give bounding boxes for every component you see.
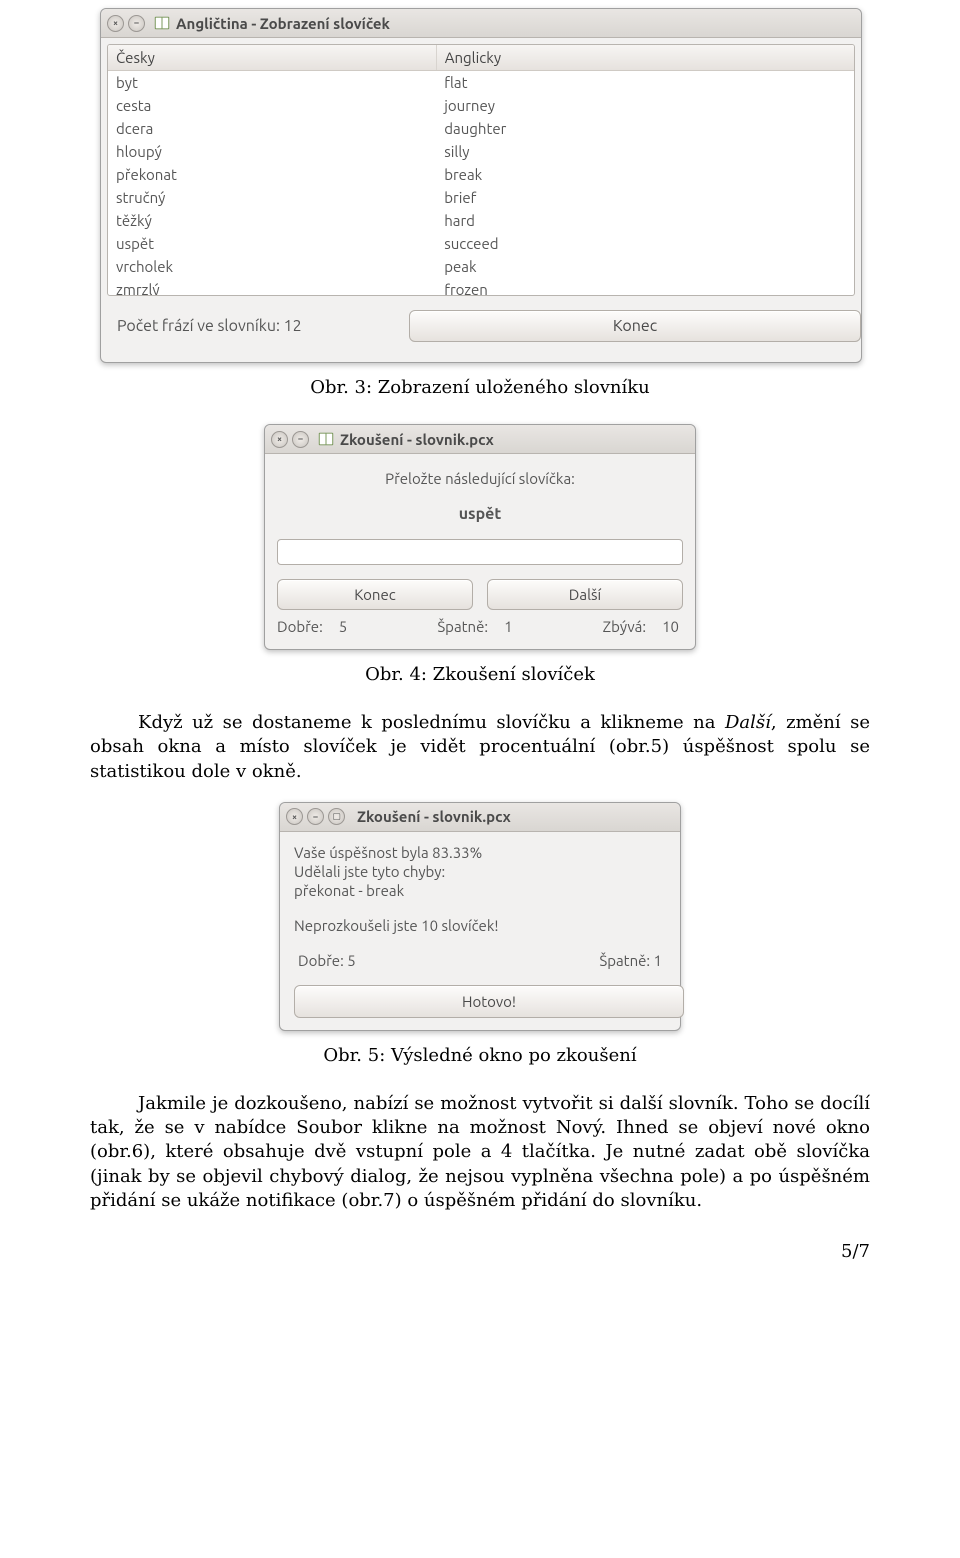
maximize-icon[interactable]: ▢ <box>328 808 345 825</box>
minimize-icon[interactable]: – <box>128 15 145 32</box>
next-button[interactable]: Další <box>487 579 683 610</box>
phrase-count: Počet frází ve slovníku: 12 <box>117 317 397 335</box>
caption-fig3: Obr. 3: Zobrazení uloženého slovníku <box>90 377 870 398</box>
end-button[interactable]: Konec <box>409 310 861 342</box>
table-row[interactable]: stručnýbrief <box>108 186 854 209</box>
titlebar: × – Zkoušení - slovnik.pcx <box>265 425 695 454</box>
col-czech[interactable]: Česky <box>108 45 436 71</box>
close-icon[interactable]: × <box>271 431 288 448</box>
minimize-icon[interactable]: – <box>307 808 324 825</box>
app-icon <box>153 14 171 32</box>
titlebar: × – ▢ Zkoušení - slovnik.pcx <box>280 803 680 832</box>
table-row[interactable]: hloupýsilly <box>108 140 854 163</box>
not-tested-label: Neprozkoušeli jste 10 slovíček! <box>294 917 666 934</box>
caption-fig4: Obr. 4: Zkoušení slovíček <box>90 664 870 685</box>
testing-window: × – Zkoušení - slovnik.pcx Přeložte násl… <box>264 424 696 650</box>
good-summary: Dobře: 5 <box>298 952 356 969</box>
minimize-icon[interactable]: – <box>292 431 309 448</box>
success-label: Vaše úspěšnost byla 83.33% <box>294 844 666 861</box>
good-label: Dobře: <box>277 618 323 635</box>
table-row[interactable]: bytflat <box>108 71 854 95</box>
left-label: Zbývá: <box>603 618 646 635</box>
done-button[interactable]: Hotovo! <box>294 985 684 1018</box>
table-row[interactable]: překonatbreak <box>108 163 854 186</box>
window-title: Angličtina - Zobrazení slovíček <box>176 15 390 32</box>
table-row[interactable]: uspětsucceed <box>108 232 854 255</box>
good-value: 5 <box>339 618 347 635</box>
prompt-label: Přeložte následující slovíčka: <box>277 470 683 487</box>
bad-label: Špatně: <box>437 618 488 635</box>
close-icon[interactable]: × <box>286 808 303 825</box>
close-icon[interactable]: × <box>107 15 124 32</box>
window-title: Zkoušení - slovnik.pcx <box>340 431 494 448</box>
dictionary-window: × – Angličtina - Zobrazení slovíček Česk… <box>100 8 862 363</box>
table-row[interactable]: vrcholekpeak <box>108 255 854 278</box>
window-title: Zkoušení - slovnik.pcx <box>357 808 511 825</box>
dictionary-table: Česky Anglicky bytflat cestajourney dcer… <box>107 44 855 296</box>
bad-value: 1 <box>504 618 512 635</box>
end-button[interactable]: Konec <box>277 579 473 610</box>
result-window: × – ▢ Zkoušení - slovnik.pcx Vaše úspěšn… <box>279 802 681 1031</box>
test-word: uspět <box>277 505 683 523</box>
caption-fig5: Obr. 5: Výsledné okno po zkoušení <box>90 1045 870 1066</box>
table-row[interactable]: těžkýhard <box>108 209 854 232</box>
mistakes-title: Udělali jste tyto chyby: <box>294 863 666 880</box>
mistake-item: překonat - break <box>294 882 666 899</box>
left-value: 10 <box>662 618 679 635</box>
bad-summary: Špatně: 1 <box>599 952 662 969</box>
app-icon <box>317 430 335 448</box>
col-english[interactable]: Anglicky <box>436 45 854 71</box>
paragraph-2: Jakmile je dozkoušeno, nabízí se možnost… <box>90 1092 870 1213</box>
titlebar: × – Angličtina - Zobrazení slovíček <box>101 9 861 38</box>
table-row[interactable]: dceradaughter <box>108 117 854 140</box>
table-row[interactable]: zmrzlýfrozen <box>108 278 854 295</box>
table-row[interactable]: cestajourney <box>108 94 854 117</box>
page-number: 5/7 <box>90 1241 870 1262</box>
answer-input[interactable] <box>277 539 683 565</box>
paragraph-1: Když už se dostaneme k poslednímu slovíč… <box>90 711 870 784</box>
